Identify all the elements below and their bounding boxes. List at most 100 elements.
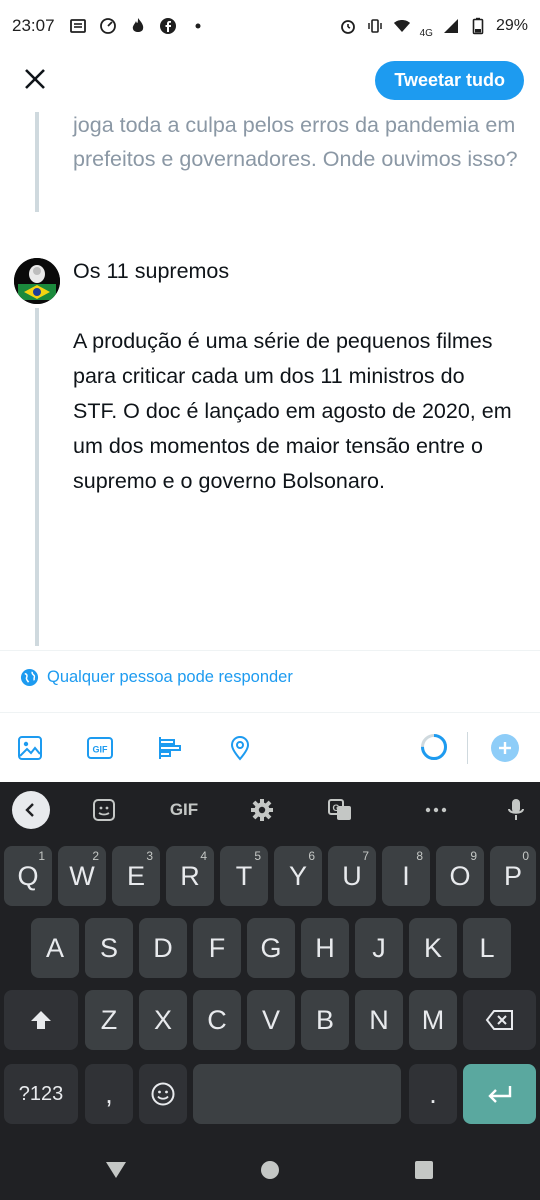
- key-c[interactable]: C: [193, 990, 241, 1050]
- key-hint: 7: [362, 849, 369, 863]
- key-u[interactable]: U7: [328, 846, 376, 906]
- key-hint: 1: [38, 849, 45, 863]
- key-d[interactable]: D: [139, 918, 187, 978]
- shift-key[interactable]: [4, 990, 78, 1050]
- space-key[interactable]: [193, 1064, 401, 1124]
- keyboard-settings-button[interactable]: [248, 796, 276, 824]
- translate-button[interactable]: G: [326, 796, 354, 824]
- translate-icon: G: [328, 799, 351, 820]
- key-label: Q: [17, 860, 39, 891]
- key-label: I: [402, 860, 410, 891]
- enter-key[interactable]: [463, 1064, 536, 1124]
- wifi-icon: [393, 17, 411, 35]
- key-label: U: [342, 860, 362, 891]
- reply-setting-button[interactable]: Qualquer pessoa pode responder: [20, 668, 293, 687]
- key-hint: 6: [308, 849, 315, 863]
- facebook-icon: [159, 17, 177, 35]
- key-y[interactable]: Y6: [274, 846, 322, 906]
- emoji-icon: [151, 1082, 175, 1106]
- key-k[interactable]: K: [409, 918, 457, 978]
- backspace-icon: [485, 1010, 513, 1030]
- key-o[interactable]: O9: [436, 846, 484, 906]
- gear-icon: [251, 799, 273, 821]
- key-s[interactable]: S: [85, 918, 133, 978]
- key-label: W: [69, 860, 95, 891]
- keyboard-toolbar: GIF G: [0, 782, 540, 838]
- key-label: R: [180, 860, 200, 891]
- plus-icon: [499, 742, 511, 754]
- svg-text:GIF: GIF: [93, 745, 109, 755]
- status-bar: 23:07 4G 29%: [0, 0, 540, 52]
- key-l[interactable]: L: [463, 918, 511, 978]
- close-button[interactable]: [20, 64, 50, 94]
- key-m[interactable]: M: [409, 990, 457, 1050]
- svg-text:G: G: [332, 803, 339, 813]
- voice-input-button[interactable]: [502, 796, 530, 824]
- key-q[interactable]: Q1: [4, 846, 52, 906]
- vibrate-icon: [366, 17, 384, 35]
- previous-tweet-text[interactable]: joga toda a culpa pelos erros da pandemi…: [73, 112, 525, 176]
- thread-connector: [35, 112, 39, 212]
- poll-icon: [159, 737, 181, 759]
- keyboard-back-button[interactable]: [12, 791, 50, 829]
- period-key[interactable]: .: [409, 1064, 457, 1124]
- status-time: 23:07: [12, 16, 55, 35]
- key-label: E: [126, 860, 145, 891]
- key-hint: 8: [416, 849, 423, 863]
- media-button[interactable]: [16, 734, 44, 762]
- compose-header: Tweetar tudo: [0, 52, 540, 112]
- key-z[interactable]: Z: [85, 990, 133, 1050]
- poll-button[interactable]: [156, 734, 184, 762]
- sticker-button[interactable]: [90, 796, 118, 824]
- keyboard: GIF G Q1 W2 E3 R4 T5 Y6 U7 I8 O9 P0 A S …: [0, 782, 540, 1140]
- reply-setting-label: Qualquer pessoa pode responder: [47, 668, 293, 686]
- key-f[interactable]: F: [193, 918, 241, 978]
- key-a[interactable]: A: [31, 918, 79, 978]
- battery-level: 29%: [495, 17, 528, 34]
- gif-button[interactable]: GIF: [86, 734, 114, 762]
- key-i[interactable]: I8: [382, 846, 430, 906]
- nav-back-button[interactable]: [104, 1158, 128, 1182]
- nav-home-button[interactable]: [258, 1158, 282, 1182]
- key-t[interactable]: T5: [220, 846, 268, 906]
- avatar: [14, 258, 60, 304]
- key-label: T: [235, 860, 253, 891]
- home-circle-icon: [261, 1161, 279, 1179]
- key-label: Y: [288, 860, 307, 891]
- recents-square-icon: [415, 1161, 433, 1179]
- microphone-icon: [508, 799, 524, 820]
- alarm-icon: [339, 17, 357, 35]
- symbols-key[interactable]: ?123: [4, 1064, 78, 1124]
- location-button[interactable]: [226, 734, 254, 762]
- key-label: O: [449, 860, 471, 891]
- key-h[interactable]: H: [301, 918, 349, 978]
- key-r[interactable]: R4: [166, 846, 214, 906]
- key-j[interactable]: J: [355, 918, 403, 978]
- backspace-key[interactable]: [463, 990, 536, 1050]
- add-tweet-button[interactable]: [491, 734, 519, 762]
- shift-icon: [31, 1011, 51, 1029]
- keyboard-gif-button[interactable]: GIF: [164, 796, 204, 824]
- key-e[interactable]: E3: [112, 846, 160, 906]
- key-v[interactable]: V: [247, 990, 295, 1050]
- notification-icons: [69, 17, 207, 35]
- brazil-flag-avatar-image: [14, 258, 60, 304]
- location-pin-icon: [230, 735, 250, 761]
- comma-key[interactable]: ,: [85, 1064, 133, 1124]
- key-hint: 5: [254, 849, 261, 863]
- thread-compose: joga toda a culpa pelos erros da pandemi…: [0, 112, 540, 650]
- more-dots-icon: [425, 807, 447, 813]
- enter-icon: [487, 1086, 511, 1103]
- key-b[interactable]: B: [301, 990, 349, 1050]
- tweet-all-button[interactable]: Tweetar tudo: [375, 61, 524, 100]
- tweet-compose-input[interactable]: Os 11 supremos A produção é uma série de…: [73, 254, 513, 499]
- more-button[interactable]: [422, 796, 450, 824]
- key-w[interactable]: W2: [58, 846, 106, 906]
- key-n[interactable]: N: [355, 990, 403, 1050]
- battery-icon: [469, 17, 487, 35]
- nav-recents-button[interactable]: [412, 1158, 436, 1182]
- emoji-key[interactable]: [139, 1064, 187, 1124]
- key-p[interactable]: P0: [490, 846, 536, 906]
- key-x[interactable]: X: [139, 990, 187, 1050]
- key-g[interactable]: G: [247, 918, 295, 978]
